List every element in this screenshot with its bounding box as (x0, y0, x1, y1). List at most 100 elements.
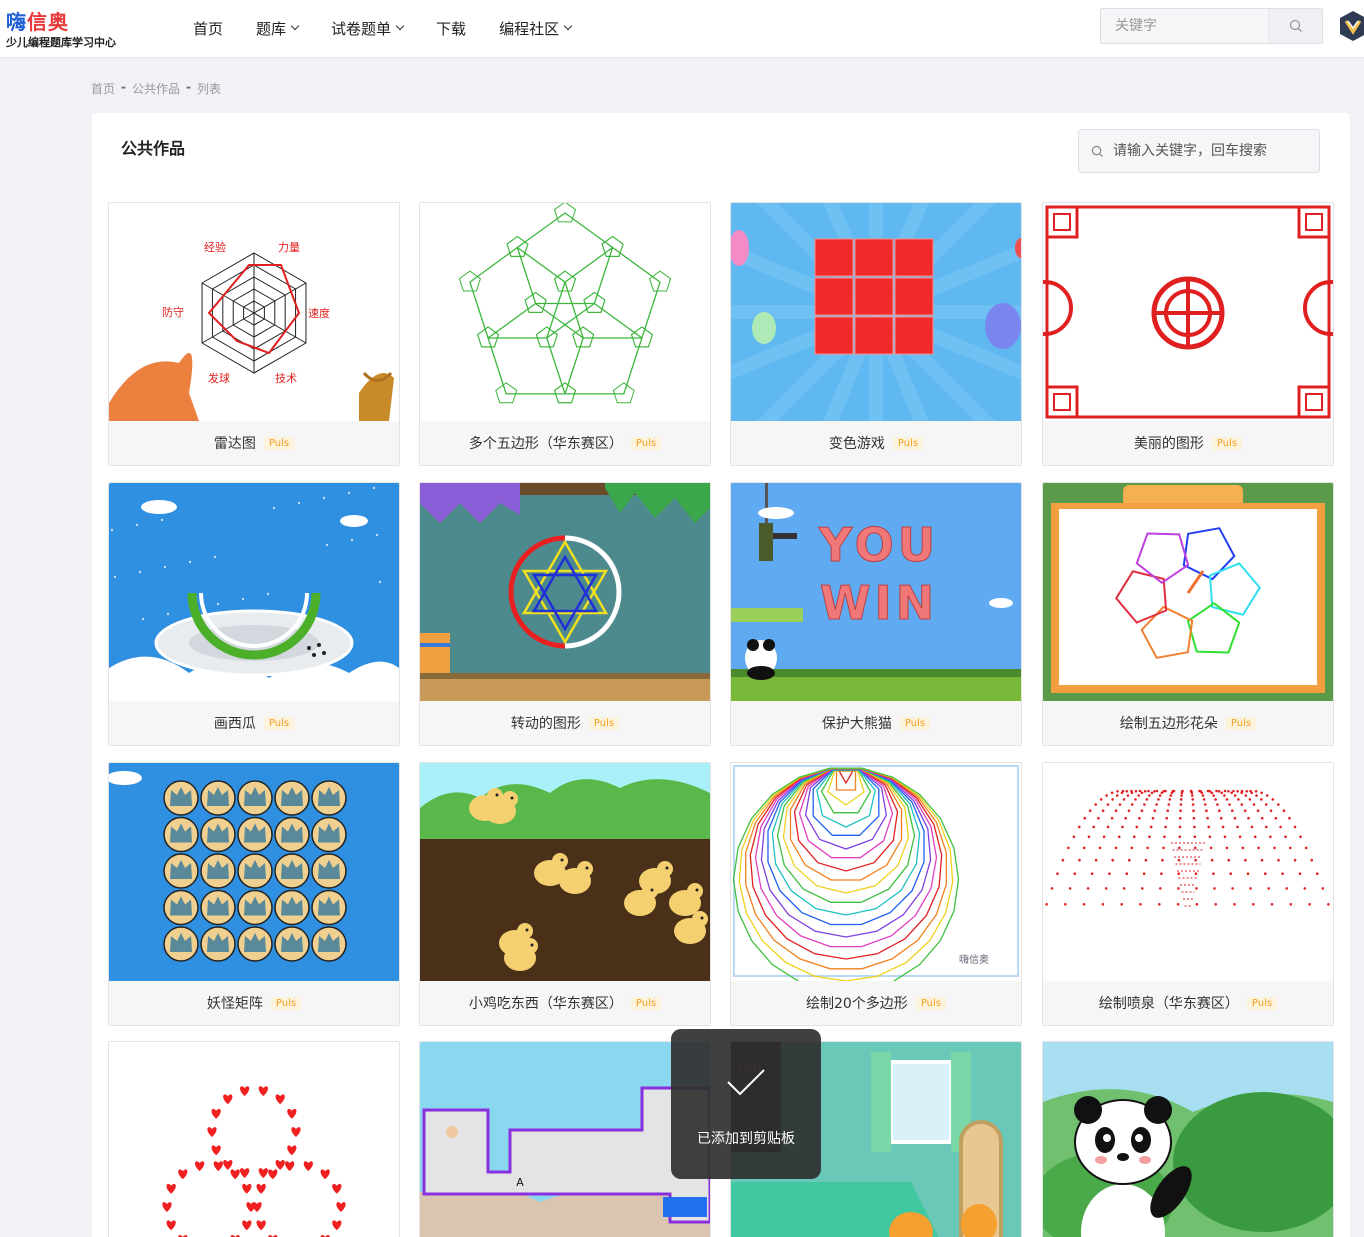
work-card[interactable]: 经验 力量 速度 技术 发球 防守 雷达图 Puls (108, 202, 400, 466)
thumbnail-art (109, 763, 399, 981)
nav-item[interactable]: 编程社区 (499, 18, 573, 39)
work-card[interactable] (1042, 1041, 1334, 1237)
work-title: 雷达图 (213, 436, 256, 452)
work-card-footer: 小鸡吃东西（华东赛区） Puls (420, 981, 710, 1025)
work-card-footer: 变色游戏 Puls (731, 421, 1021, 465)
thumbnail-art (1043, 203, 1333, 421)
chevron-down-icon (563, 21, 573, 31)
work-thumbnail (109, 763, 399, 981)
nav-item-label: 试卷题单 (331, 19, 392, 38)
nav-item[interactable]: 首页 (193, 18, 223, 39)
radar-axis-label: 发球 (208, 371, 230, 385)
work-thumbnail (420, 203, 710, 421)
work-badge: Puls (899, 716, 931, 730)
nav-item[interactable]: 下载 (436, 18, 466, 39)
site-logo[interactable]: 嗨信奥 少儿编程题库学习中心 (6, 6, 136, 50)
work-badge: Puls (915, 996, 946, 1010)
work-badge: Puls (892, 436, 924, 450)
work-badge: Puls (1246, 996, 1278, 1010)
work-title: 保护大熊猫 (821, 716, 892, 732)
work-card[interactable]: 小鸡吃东西（华东赛区） Puls (419, 762, 711, 1026)
header-search-button[interactable] (1268, 9, 1322, 43)
thumbnail-art (1043, 483, 1333, 701)
header-search-input[interactable] (1101, 9, 1269, 43)
nav-item[interactable]: 试卷题单 (331, 18, 405, 39)
top-header: 嗨信奥 少儿编程题库学习中心 首页 题库 试卷题单 下载 编程社区 (0, 0, 1364, 58)
thumbnail-art (1043, 763, 1333, 981)
nav-item-label: 题库 (256, 19, 287, 38)
work-card[interactable]: 绘制五边形花朵 Puls (1042, 482, 1334, 746)
chevron-down-icon (290, 21, 300, 31)
search-icon (1289, 19, 1302, 32)
breadcrumb: 首页 - 公共作品 - 列表 (91, 80, 221, 97)
work-title: 绘制五边形花朵 (1119, 716, 1218, 732)
work-card[interactable] (108, 1041, 400, 1237)
work-thumbnail (109, 1042, 399, 1237)
thumbnail-art: A (420, 1042, 710, 1237)
work-badge: Puls (630, 996, 662, 1010)
work-card[interactable]: 嗨信奥绘制20个多边形 Puls (730, 762, 1022, 1026)
work-card[interactable]: 多个五边形（华东赛区） Puls (419, 202, 711, 466)
radar-axis-label: 力量 (278, 241, 300, 254)
work-title: 妖怪矩阵 (206, 996, 263, 1012)
thumbnail-art (1043, 1042, 1333, 1237)
work-card-footer: 绘制喷泉（华东赛区） Puls (1043, 981, 1333, 1025)
work-badge: Puls (1225, 716, 1257, 730)
works-search-input[interactable] (1111, 130, 1317, 172)
work-thumbnail (1043, 1042, 1333, 1237)
work-card[interactable]: YOU WIN 保护大熊猫 Puls (730, 482, 1022, 746)
toast-message: 已添加到剪贴板 (697, 1131, 795, 1147)
maze-label: A (516, 1176, 524, 1189)
thumbnail-art: 经验 力量速度技术 发球 防守 (109, 203, 399, 421)
work-thumbnail (1043, 763, 1333, 981)
thumbnail-art (420, 203, 710, 421)
page-title: 公共作品 (121, 139, 186, 158)
breadcrumb-separator: - (186, 80, 191, 94)
chevron-down-icon (395, 21, 405, 31)
work-badge: Puls (270, 996, 302, 1010)
work-card[interactable]: 画西瓜 Puls (108, 482, 400, 746)
work-card-footer: 画西瓜 Puls (109, 701, 399, 745)
thumbnail-art (109, 1042, 399, 1237)
works-search (1078, 129, 1320, 173)
work-card-footer: 多个五边形（华东赛区） Puls (420, 421, 710, 465)
work-card-footer: 转动的图形 Puls (420, 701, 710, 745)
breadcrumb-list: 列表 (197, 82, 222, 96)
work-thumbnail (731, 203, 1021, 421)
thumbnail-art (731, 203, 1021, 421)
thumbnail-art (420, 763, 710, 981)
work-badge: Puls (630, 436, 662, 450)
toast: 已添加到剪贴板 (671, 1029, 821, 1179)
watermark-text: 嗨信奥 (959, 953, 989, 966)
nav-item[interactable]: 题库 (256, 18, 300, 39)
logo-title: 嗨信奥 (6, 6, 69, 35)
work-card-footer: 绘制五边形花朵 Puls (1043, 701, 1333, 745)
work-title: 转动的图形 (510, 716, 581, 732)
you-text: YOU (818, 518, 939, 572)
breadcrumb-public-works[interactable]: 公共作品 (132, 80, 180, 97)
work-card[interactable]: 变色游戏 Puls (730, 202, 1022, 466)
breadcrumb-separator: - (121, 80, 126, 94)
work-title: 美丽的图形 (1133, 436, 1204, 452)
radar-axis-label: 防守 (162, 305, 184, 319)
logo-text-a: 嗨 (6, 10, 27, 34)
user-avatar[interactable] (1338, 10, 1364, 42)
work-card-footer: 保护大熊猫 Puls (731, 701, 1021, 745)
work-title: 变色游戏 (828, 436, 885, 452)
work-card[interactable]: 妖怪矩阵 Puls (108, 762, 400, 1026)
work-title: 小鸡吃东西（华东赛区） (468, 996, 623, 1012)
work-card[interactable]: 转动的图形 Puls (419, 482, 711, 746)
work-title: 绘制20个多边形 (805, 996, 908, 1012)
work-badge: Puls (263, 716, 295, 730)
breadcrumb-home[interactable]: 首页 (91, 80, 115, 97)
work-card-footer: 雷达图 Puls (109, 421, 399, 465)
work-thumbnail: YOU WIN (731, 483, 1021, 701)
win-text: WIN (820, 576, 938, 630)
work-card[interactable]: 美丽的图形 Puls (1042, 202, 1334, 466)
work-card[interactable]: 绘制喷泉（华东赛区） Puls (1042, 762, 1334, 1026)
work-card-footer: 美丽的图形 Puls (1043, 421, 1333, 465)
logo-text-b: 信奥 (27, 10, 69, 34)
main-nav: 首页 题库 试卷题单 下载 编程社区 (193, 0, 604, 56)
work-card[interactable]: A (419, 1041, 711, 1237)
radar-axis-label: 速度 (308, 306, 330, 320)
